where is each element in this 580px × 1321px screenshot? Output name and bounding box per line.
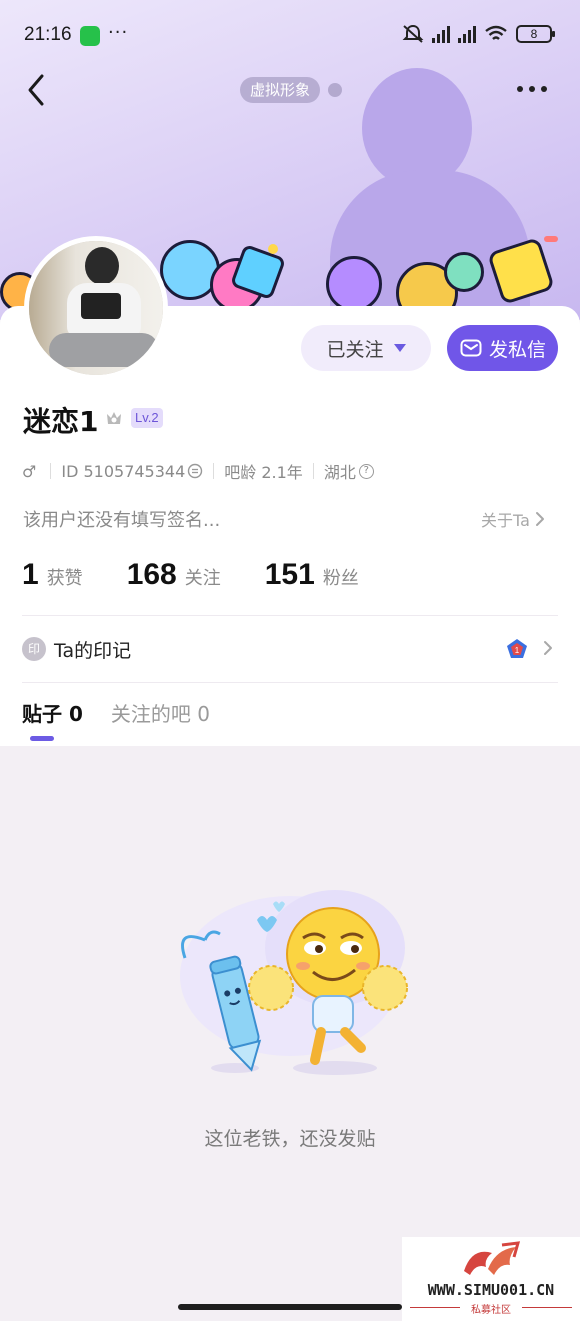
pill-dot	[328, 83, 342, 97]
gender-icon: ♂	[22, 461, 37, 481]
about-link[interactable]: 关于Ta	[481, 507, 546, 531]
status-time: 21:16	[24, 24, 72, 45]
wifi-icon	[485, 25, 507, 40]
chevron-left-icon	[28, 74, 44, 106]
more-horizontal-icon	[517, 86, 547, 92]
user-id: ID 5105745344	[61, 461, 186, 481]
home-indicator[interactable]	[178, 1304, 402, 1310]
signal-icon	[458, 25, 476, 43]
stats-row: 1 获赞 168 关注 151 粉丝	[22, 558, 403, 598]
profile-tabs: 贴子 0 关注的吧 0	[22, 698, 238, 748]
level-badge: Lv.2	[131, 408, 163, 428]
empty-state-illustration	[180, 890, 408, 1075]
stat-value: 151	[264, 558, 315, 591]
stat-fans[interactable]: 151 粉丝	[265, 558, 359, 592]
status-bar: 21:16 ··· 8	[0, 0, 580, 72]
imprint-label: Ta的印记	[54, 639, 132, 662]
virtual-avatar-pill[interactable]: 虚拟形象	[240, 77, 321, 103]
chevron-right-icon	[544, 641, 552, 655]
chevron-right-icon	[535, 512, 544, 526]
watermark-url: WWW.SIMU001.CN	[427, 1281, 555, 1299]
username: 迷恋1	[23, 405, 99, 438]
imprint-row[interactable]: 印 Ta的印记 1	[22, 632, 558, 666]
status-indicators: 8	[402, 24, 555, 44]
battery-icon: 8	[516, 25, 555, 43]
stat-value: 168	[126, 558, 177, 591]
send-message-label: 发私信	[488, 338, 546, 361]
wechat-icon	[80, 26, 100, 46]
stat-label: 关注	[184, 568, 221, 589]
avatar[interactable]	[24, 236, 168, 380]
help-icon[interactable]: ?	[358, 463, 374, 479]
crown-icon	[107, 412, 121, 424]
stat-label: 获赞	[46, 568, 83, 589]
deco-spark	[268, 244, 278, 254]
divider	[22, 682, 558, 683]
copy-icon[interactable]	[187, 463, 203, 479]
followed-button[interactable]: 已关注	[301, 325, 431, 371]
location: 湖北	[323, 463, 356, 482]
deco-spark	[544, 236, 558, 242]
tab-indicator	[30, 736, 54, 741]
watermark-logo-icon	[464, 1241, 521, 1275]
watermark-subtitle: 私募社区	[471, 1305, 511, 1316]
profile-meta: ♂ ID 5105745344 吧龄 2.1年 湖北 ?	[22, 458, 374, 484]
stat-following[interactable]: 168 关注	[127, 558, 221, 592]
divider	[22, 615, 558, 616]
status-more-icon: ···	[108, 22, 129, 43]
stat-value: 1	[22, 558, 39, 591]
back-button[interactable]	[22, 68, 62, 112]
deco-planet	[326, 256, 382, 312]
signature: 该用户还没有填写签名...	[23, 510, 221, 531]
mute-alarm-icon	[402, 24, 424, 43]
imprint-icon: 印	[22, 637, 46, 661]
empty-state-message: 这位老铁，还没发贴	[204, 1128, 376, 1150]
stat-likes[interactable]: 1 获赞	[22, 558, 83, 592]
followed-label: 已关注	[326, 338, 384, 361]
imprint-badge-icon: 1	[507, 639, 527, 658]
deco-circle	[444, 252, 484, 292]
signal-icon	[432, 25, 450, 43]
more-button[interactable]	[512, 76, 552, 104]
about-label: 关于Ta	[481, 511, 530, 530]
envelope-icon	[460, 339, 482, 357]
site-watermark: WWW.SIMU001.CN 私募社区	[402, 1237, 580, 1321]
send-message-button[interactable]: 发私信	[447, 325, 558, 371]
caret-down-icon	[393, 344, 406, 352]
tab-followed-bars[interactable]: 关注的吧 0	[111, 698, 210, 742]
stat-label: 粉丝	[322, 568, 359, 589]
tieba-age: 吧龄 2.1年	[224, 463, 303, 482]
svg-text:1: 1	[515, 646, 520, 655]
